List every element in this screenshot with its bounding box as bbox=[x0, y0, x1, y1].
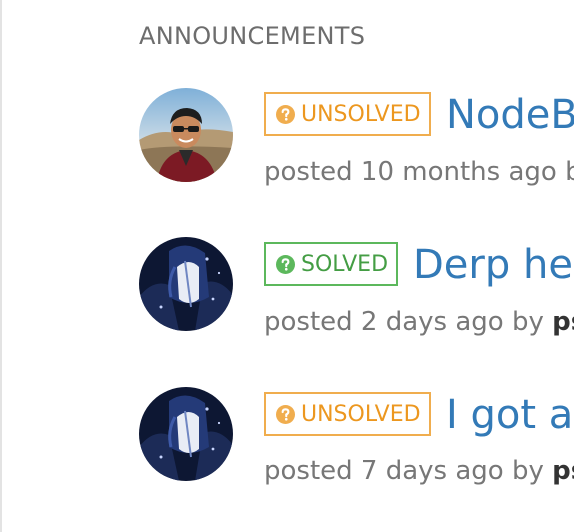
person-photo-avatar[interactable] bbox=[139, 88, 233, 182]
topic-title-link[interactable]: NodeB bbox=[446, 95, 574, 135]
topic-row: SOLVED Derp her posted 2 days ago by ps bbox=[0, 237, 574, 347]
topic-meta-text: posted 7 days ago by bbox=[264, 456, 553, 486]
topic-row: UNSOLVED I got ar posted 7 days ago by p… bbox=[0, 387, 574, 497]
status-badge-label: UNSOLVED bbox=[301, 101, 421, 127]
topic-meta: posted 7 days ago by ps bbox=[264, 458, 574, 484]
question-circle-icon bbox=[276, 104, 295, 124]
anime-character-avatar[interactable] bbox=[139, 237, 233, 331]
topic-meta-text: posted 2 days ago by bbox=[264, 307, 553, 337]
status-badge-unsolved[interactable]: UNSOLVED bbox=[264, 92, 431, 136]
announcements-panel: ANNOUNCEMENTS UNSOLVED NodeB posted 10 m… bbox=[0, 0, 574, 532]
topic-title-link[interactable]: I got ar bbox=[446, 395, 574, 435]
author-link[interactable]: ps bbox=[552, 307, 574, 337]
topic-row: UNSOLVED NodeB posted 10 months ago b bbox=[0, 88, 574, 198]
question-circle-icon bbox=[276, 254, 295, 274]
topic-title-link[interactable]: Derp her bbox=[413, 245, 574, 285]
status-badge-unsolved[interactable]: UNSOLVED bbox=[264, 392, 431, 436]
topic-meta-text: posted 10 months ago b bbox=[264, 157, 574, 187]
author-link[interactable]: ps bbox=[552, 456, 574, 486]
status-badge-label: SOLVED bbox=[301, 251, 389, 277]
question-circle-icon bbox=[276, 404, 295, 424]
status-badge-solved[interactable]: SOLVED bbox=[264, 242, 399, 286]
topic-meta: posted 2 days ago by ps bbox=[264, 309, 574, 335]
topic-list: UNSOLVED NodeB posted 10 months ago b SO… bbox=[0, 0, 574, 532]
status-badge-label: UNSOLVED bbox=[301, 401, 421, 427]
topic-meta: posted 10 months ago b bbox=[264, 159, 574, 185]
anime-character-avatar[interactable] bbox=[139, 387, 233, 481]
